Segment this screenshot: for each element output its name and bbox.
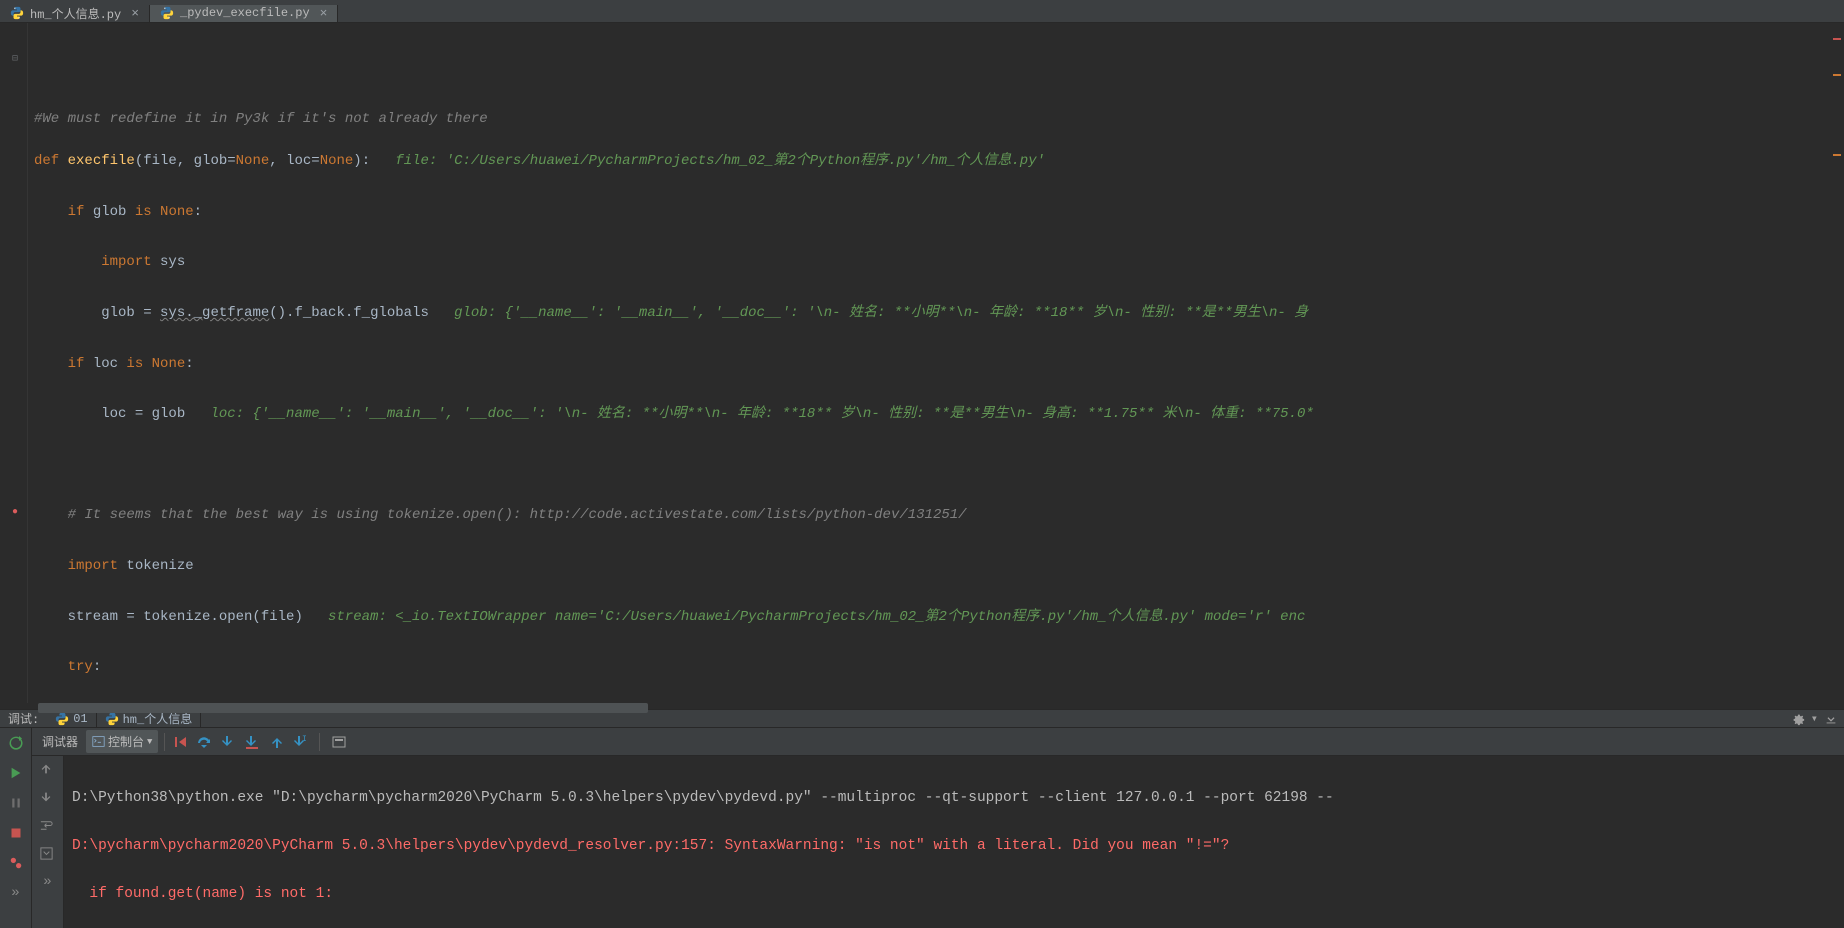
code-area[interactable]: #We must redefine it in Py3k if it's not… [28, 23, 1844, 703]
console-left-rail: » [32, 756, 64, 928]
force-step-into-button[interactable] [243, 733, 261, 751]
python-file-icon [10, 6, 24, 20]
inlay-hint: file: 'C:/Users/huawei/PycharmProjects/h… [370, 153, 1045, 169]
close-icon[interactable]: × [131, 6, 139, 21]
debugger-tab[interactable]: 调试器 [36, 730, 84, 753]
show-execution-point-button[interactable] [171, 733, 189, 751]
step-out-button[interactable] [267, 733, 285, 751]
tab-label: _pydev_execfile.py [180, 6, 310, 20]
more-icon[interactable]: » [39, 874, 57, 892]
debug-console[interactable]: D:\Python38\python.exe "D:\pycharm\pycha… [64, 756, 1844, 928]
debug-panel: » 调试器 控制台 ▼ I [0, 728, 1844, 928]
console-icon [92, 735, 105, 748]
close-icon[interactable]: × [320, 6, 328, 21]
step-over-button[interactable] [195, 733, 213, 751]
console-error-line: if found.get(name) is not 1: [72, 882, 1836, 906]
download-icon[interactable] [1824, 712, 1838, 726]
run-to-cursor-button[interactable]: I [291, 733, 309, 751]
code-comment: #We must redefine it in Py3k if it's not… [34, 111, 488, 127]
tab-pydev-execfile[interactable]: _pydev_execfile.py × [150, 5, 338, 22]
inlay-hint: loc: {'__name__': '__main__', '__doc__':… [185, 406, 1314, 422]
evaluate-expression-button[interactable] [330, 733, 348, 751]
console-line: D:\Python38\python.exe "D:\pycharm\pycha… [72, 786, 1836, 810]
resume-button[interactable] [5, 762, 27, 784]
pause-button[interactable] [5, 792, 27, 814]
chevron-down-icon[interactable]: ▾ [1811, 711, 1818, 726]
arrow-down-icon[interactable] [39, 790, 57, 808]
editor-tabs: hm_个人信息.py × _pydev_execfile.py × [0, 5, 1844, 23]
inlay-hint: glob: {'__name__': '__main__', '__doc__'… [429, 305, 1308, 321]
debug-left-rail: » [0, 728, 32, 928]
step-into-button[interactable] [219, 733, 237, 751]
python-icon [105, 712, 119, 726]
stop-button[interactable] [5, 822, 27, 844]
inlay-hint: stream: <_io.TextIOWrapper name='C:/User… [303, 609, 1306, 625]
scroll-to-end-icon[interactable] [39, 846, 57, 864]
python-icon [55, 712, 69, 726]
arrow-up-icon[interactable] [39, 762, 57, 780]
editor-gutter[interactable]: ⊟ ● [0, 23, 28, 703]
code-comment: # It seems that the best way is using to… [34, 507, 967, 523]
chevron-down-icon: ▼ [147, 737, 152, 747]
console-error-line: D:\pycharm\pycharm2020\PyCharm 5.0.3\hel… [72, 834, 1836, 858]
gear-icon[interactable] [1791, 712, 1805, 726]
editor-horizontal-scrollbar[interactable] [28, 703, 1844, 709]
tab-label: hm_个人信息.py [30, 5, 121, 22]
soft-wrap-icon[interactable] [39, 818, 57, 836]
svg-text:I: I [302, 735, 307, 744]
more-icon[interactable]: » [5, 882, 27, 904]
debug-toolbar: 调试器 控制台 ▼ I [32, 728, 1844, 756]
tab-hm-personal[interactable]: hm_个人信息.py × [0, 5, 150, 22]
view-breakpoints-button[interactable] [5, 852, 27, 874]
code-editor: ⊟ ● #We must redefine it in Py3k if it's… [0, 23, 1844, 703]
python-file-icon [160, 6, 174, 20]
rerun-button[interactable] [5, 732, 27, 754]
editor-marker-stripe[interactable] [1830, 34, 1844, 688]
console-tab[interactable]: 控制台 ▼ [86, 730, 158, 753]
